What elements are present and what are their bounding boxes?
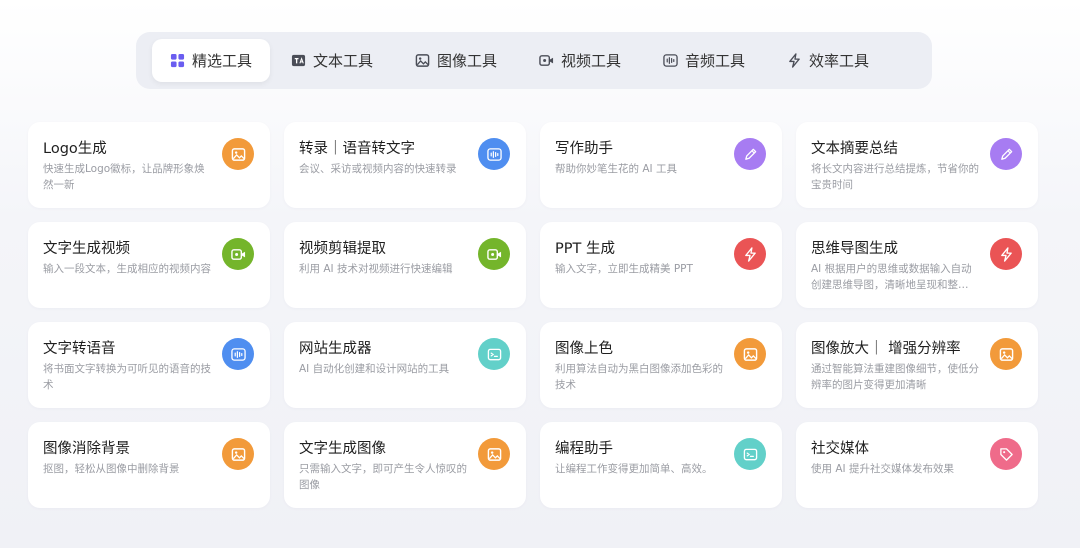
tool-card[interactable]: 思维导图生成 AI 根据用户的思维或数据输入自动创建思维导图，清晰地呈现和整…: [796, 222, 1038, 308]
tool-description: 快速生成Logo徽标，让品牌形象焕然一新: [43, 163, 205, 191]
tool-description: 会议、采访或视频内容的快速转录: [299, 163, 457, 175]
tool-description: 帮助你妙笔生花的 AI 工具: [555, 163, 677, 175]
tool-title: 思维导图生成: [811, 241, 898, 257]
tool-title: Logo生成: [43, 141, 107, 157]
pencil-icon: [734, 138, 766, 170]
tool-card[interactable]: 图像上色利用算法自动为黑白图像添加色彩的技术: [540, 322, 782, 408]
tool-card[interactable]: 图像放大｜ 增强分辨率通过智能算法重建图像细节，使低分辨率的图片变得更加清晰: [796, 322, 1038, 408]
tool-description: 输入文字，立即生成精美 PPT: [555, 263, 693, 275]
tool-card[interactable]: PPT 生成输入文字，立即生成精美 PPT: [540, 222, 782, 308]
tool-title: 图像上色: [555, 341, 613, 357]
tab-label: 视频工具: [560, 52, 621, 70]
tool-card[interactable]: 文字转语音将书面文字转换为可听见的语音的技术: [28, 322, 270, 408]
tab-label: 图像工具: [436, 52, 497, 70]
tool-card[interactable]: 写作助手帮助你妙笔生花的 AI 工具: [540, 122, 782, 208]
tool-card[interactable]: Logo生成快速生成Logo徽标，让品牌形象焕然一新: [28, 122, 270, 208]
tool-title: 文字生成视频: [43, 241, 130, 257]
tab-label: 文本工具: [312, 52, 373, 70]
tool-card[interactable]: 图像消除背景抠图，轻松从图像中删除背景: [28, 422, 270, 508]
tool-description: 将长文内容进行总结提炼，节省你的宝贵时间: [811, 163, 979, 191]
lightning-icon: [990, 238, 1022, 270]
text-icon: [291, 53, 306, 68]
tool-title: PPT 生成: [555, 241, 615, 257]
tab-label: 效率工具: [808, 52, 869, 70]
tool-title: 社交媒体: [811, 441, 869, 457]
tool-description: AI 根据用户的思维或数据输入自动创建思维导图，清晰地呈现和整…: [811, 263, 972, 291]
video-icon: [539, 53, 554, 68]
image-icon: [478, 438, 510, 470]
image-icon: [222, 138, 254, 170]
tools-grid: Logo生成 快速生成Logo徽标，让品牌形象焕然一新 转录｜语音转文字 会议、采访或…: [28, 122, 1038, 508]
tool-card[interactable]: 社交媒体使用 AI 提升社交媒体发布效果: [796, 422, 1038, 508]
image-icon: [734, 338, 766, 370]
tool-description: 利用 AI 技术对视频进行快速编辑: [299, 263, 453, 275]
image-icon: [222, 438, 254, 470]
tool-description: 输入一段文本，生成相应的视频内容: [43, 263, 211, 275]
tool-card[interactable]: 文本摘要总结将长文内容进行总结提炼，节省你的宝贵时间: [796, 122, 1038, 208]
tool-card[interactable]: 视频剪辑提取利用 AI 技术对视频进行快速编辑: [284, 222, 526, 308]
tool-description: 让编程工作变得更加简单、高效。: [555, 463, 713, 475]
image-icon: [990, 338, 1022, 370]
tool-card[interactable]: 文字生成视频输入一段文本，生成相应的视频内容: [28, 222, 270, 308]
tool-description: 使用 AI 提升社交媒体发布效果: [811, 463, 954, 475]
audio-icon: [478, 138, 510, 170]
tool-card[interactable]: 转录｜语音转文字会议、采访或视频内容的快速转录: [284, 122, 526, 208]
category-tabbar: 精选工具 文本工具 图像工具 视频工具 音频工具 效率工具: [136, 32, 932, 89]
video-icon: [222, 238, 254, 270]
tab-0[interactable]: 精选工具: [152, 39, 270, 82]
tool-title: 网站生成器: [299, 341, 372, 357]
tool-description: 通过智能算法重建图像细节，使低分辨率的图片变得更加清晰: [811, 363, 979, 391]
lightning-icon: [787, 53, 802, 68]
tool-card[interactable]: 文字生成图像只需输入文字，即可产生令人惊叹的图像: [284, 422, 526, 508]
tab-2[interactable]: 图像工具: [394, 39, 518, 82]
tool-title: 图像放大｜ 增强分辨率: [811, 341, 961, 357]
tool-title: 文字生成图像: [299, 441, 386, 457]
tool-title: 文本摘要总结: [811, 141, 898, 157]
tool-description: 抠图，轻松从图像中删除背景: [43, 463, 180, 475]
tool-title: 编程助手: [555, 441, 613, 457]
terminal-icon: [478, 338, 510, 370]
audio-icon: [663, 53, 678, 68]
tool-description: 将书面文字转换为可听见的语音的技术: [43, 363, 211, 391]
tool-description: 利用算法自动为黑白图像添加色彩的技术: [555, 363, 723, 391]
tool-title: 图像消除背景: [43, 441, 130, 457]
tag-icon: [990, 438, 1022, 470]
tool-description: AI 自动化创建和设计网站的工具: [299, 363, 450, 375]
tool-card[interactable]: 编程助手让编程工作变得更加简单、高效。: [540, 422, 782, 508]
grid-icon: [170, 53, 185, 68]
tab-5[interactable]: 效率工具: [766, 39, 890, 82]
tab-4[interactable]: 音频工具: [642, 39, 766, 82]
lightning-icon: [734, 238, 766, 270]
tool-description: 只需输入文字，即可产生令人惊叹的图像: [299, 463, 467, 491]
tool-title: 文字转语音: [43, 341, 116, 357]
image-icon: [415, 53, 430, 68]
tab-label: 精选工具: [192, 52, 253, 70]
tab-1[interactable]: 文本工具: [270, 39, 394, 82]
terminal-icon: [734, 438, 766, 470]
audio-icon: [222, 338, 254, 370]
tool-title: 视频剪辑提取: [299, 241, 386, 257]
pencil-icon: [990, 138, 1022, 170]
tab-label: 音频工具: [684, 52, 745, 70]
tab-3[interactable]: 视频工具: [518, 39, 642, 82]
tool-title: 转录｜语音转文字: [299, 141, 415, 157]
tool-card[interactable]: 网站生成器 AI 自动化创建和设计网站的工具: [284, 322, 526, 408]
video-icon: [478, 238, 510, 270]
tool-title: 写作助手: [555, 141, 613, 157]
